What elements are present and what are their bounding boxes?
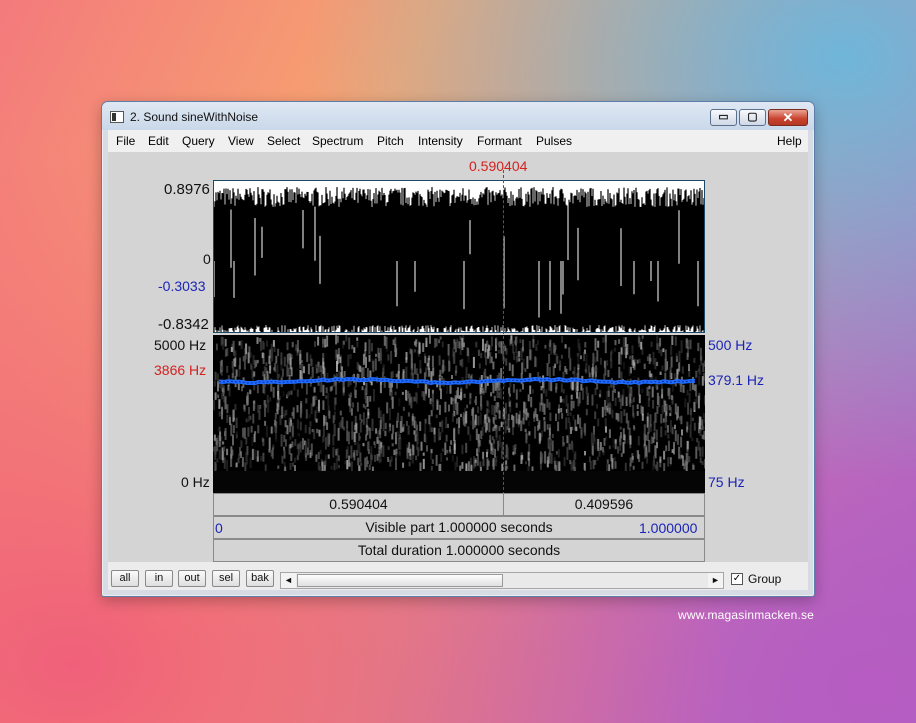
pitch-bottom-label: 75 Hz <box>708 474 745 490</box>
window-title: 2. Sound sineWithNoise <box>130 110 259 124</box>
pitch-current-label: 379.1 Hz <box>708 372 765 388</box>
zoom-all-button[interactable]: all <box>111 570 139 587</box>
spectrogram-bottom-freq: 0 Hz <box>181 474 210 490</box>
selection-right-segment[interactable]: 0.409596 <box>503 493 705 516</box>
scroll-left-icon[interactable]: ◄ <box>281 573 296 588</box>
menu-bar: File Edit Query View Select Spectrum Pit… <box>108 130 808 153</box>
watermark: www.magasinmacken.se <box>678 608 815 622</box>
title-bar[interactable]: 2. Sound sineWithNoise ▭ ▢ ✕ <box>102 102 814 130</box>
sound-drawing-area[interactable]: 0.590404 0.8976 0 -0.3033 -0.8342 5000 H… <box>108 152 808 562</box>
waveform-max-label: 0.8976 <box>164 181 210 198</box>
waveform-cursor-value: -0.3033 <box>158 278 206 294</box>
pitch-top-label: 500 Hz <box>708 337 753 353</box>
cursor-time-label: 0.590404 <box>469 158 528 174</box>
waveform-zero-label: 0 <box>203 251 211 267</box>
menu-query[interactable]: Query <box>182 134 215 148</box>
menu-select[interactable]: Select <box>267 134 300 148</box>
bottom-toolbar: all in out sel bak ◄ ► ✓ Group <box>108 562 808 590</box>
minimize-icon: ▭ <box>718 111 729 123</box>
waveform-panel[interactable] <box>213 180 705 333</box>
menu-pitch[interactable]: Pitch <box>377 134 404 148</box>
total-duration-bar[interactable]: Total duration 1.000000 seconds <box>213 539 705 562</box>
waveform-graphic <box>214 187 704 332</box>
menu-pulses[interactable]: Pulses <box>536 134 572 148</box>
maximize-icon: ▢ <box>747 111 758 123</box>
group-checkbox[interactable]: ✓ <box>731 573 743 585</box>
menu-intensity[interactable]: Intensity <box>418 134 463 148</box>
visible-start-label: 0 <box>215 520 223 536</box>
right-segment-value: 0.409596 <box>574 496 634 512</box>
left-segment-value: 0.590404 <box>329 496 388 512</box>
close-icon: ✕ <box>782 110 794 125</box>
spectrogram-cursor-freq: 3866 Hz <box>154 362 207 378</box>
zoom-in-button[interactable]: in <box>145 570 173 587</box>
menu-formant[interactable]: Formant <box>477 134 522 148</box>
menu-spectrum[interactable]: Spectrum <box>312 134 363 148</box>
spectrogram-panel[interactable] <box>213 335 705 493</box>
zoom-selection-button[interactable]: sel <box>212 570 240 587</box>
scroll-right-icon[interactable]: ► <box>708 573 723 588</box>
group-label: Group <box>748 572 782 586</box>
menu-help[interactable]: Help <box>777 134 802 148</box>
sound-editor-window: 2. Sound sineWithNoise ▭ ▢ ✕ File Edit Q… <box>101 101 815 597</box>
menu-edit[interactable]: Edit <box>148 134 169 148</box>
minimize-button[interactable]: ▭ <box>710 109 737 126</box>
close-button[interactable]: ✕ <box>768 109 808 126</box>
menu-file[interactable]: File <box>116 134 135 148</box>
time-cursor <box>503 170 504 495</box>
zoom-out-button[interactable]: out <box>178 570 206 587</box>
app-icon <box>110 111 124 123</box>
zoom-back-button[interactable]: bak <box>246 570 274 587</box>
time-scrollbar[interactable]: ◄ ► <box>280 572 724 589</box>
menu-view[interactable]: View <box>228 134 254 148</box>
total-duration-label: Total duration 1.000000 seconds <box>357 542 561 558</box>
visible-end-label: 1.000000 <box>639 520 698 536</box>
visible-part-label: Visible part 1.000000 seconds <box>365 519 553 535</box>
waveform-min-label: -0.8342 <box>158 316 209 333</box>
spectrogram-graphic <box>213 335 705 493</box>
editor-client-area: File Edit Query View Select Spectrum Pit… <box>108 130 808 590</box>
scroll-thumb[interactable] <box>297 574 503 587</box>
spectrogram-top-freq: 5000 Hz <box>154 337 207 353</box>
maximize-button[interactable]: ▢ <box>739 109 766 126</box>
visible-part-bar[interactable]: Visible part 1.000000 seconds <box>213 516 705 539</box>
selection-left-segment[interactable]: 0.590404 <box>213 493 504 516</box>
